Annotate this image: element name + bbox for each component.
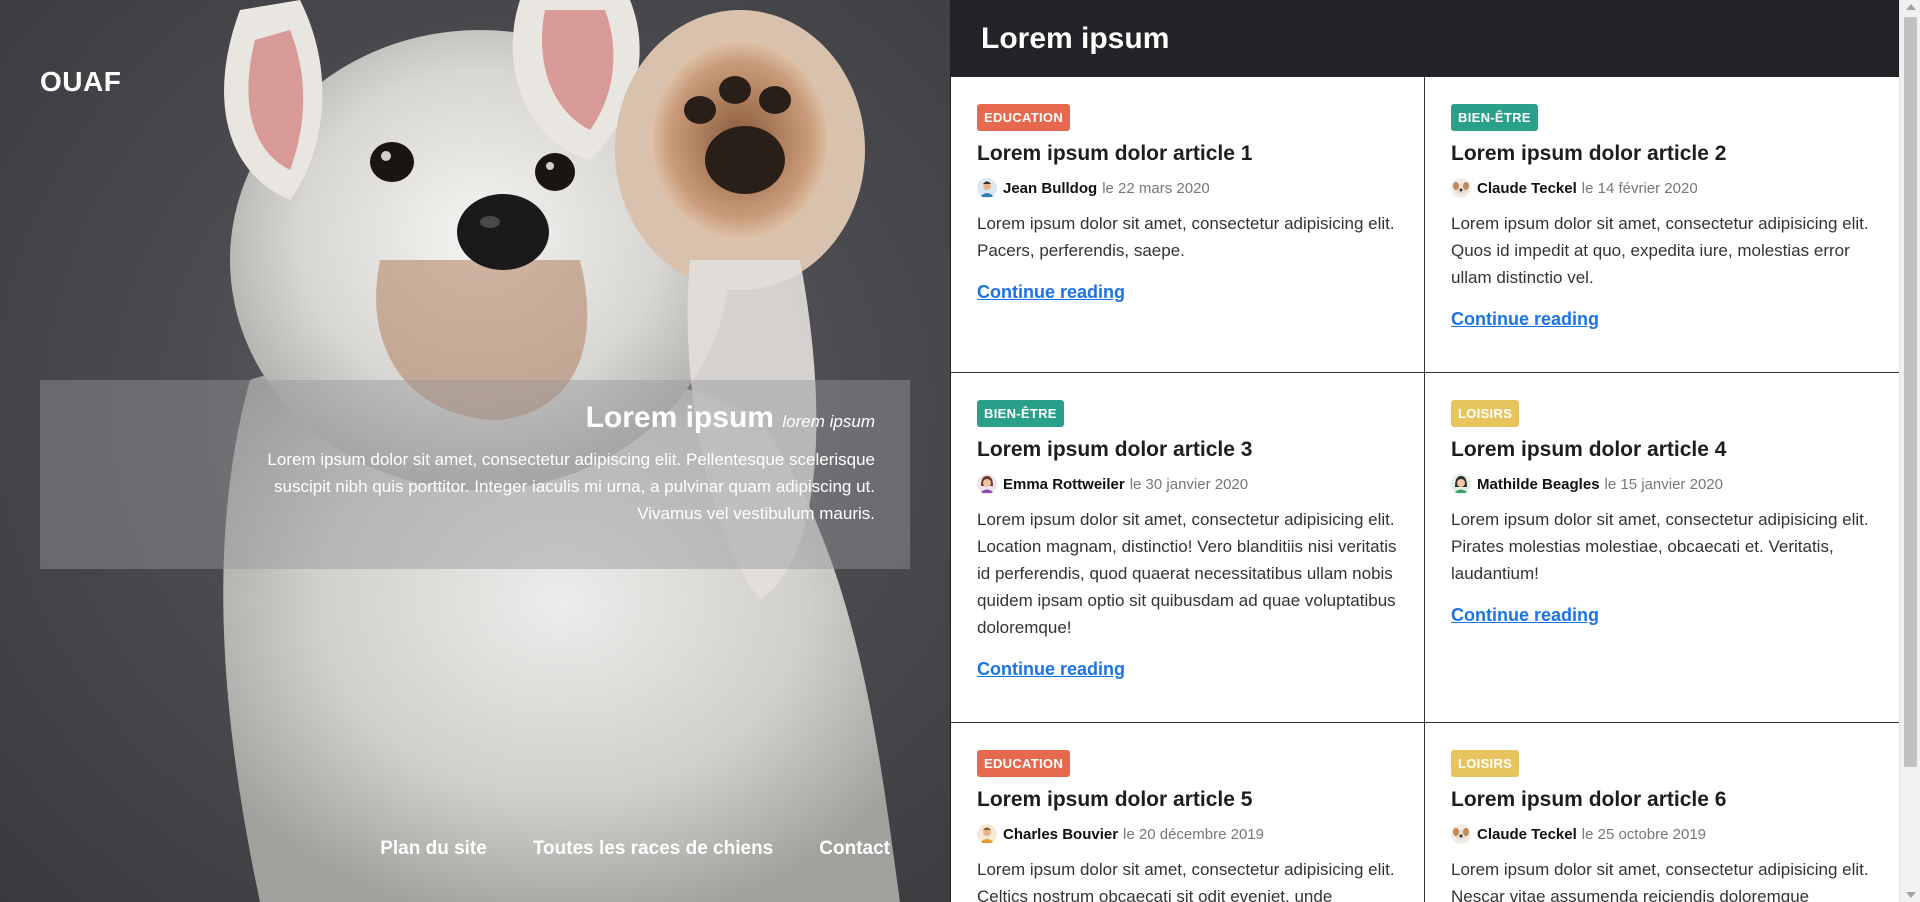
article-title[interactable]: Lorem ipsum dolor article 2 <box>1451 141 1874 166</box>
articles-panel: Lorem ipsum EDUCATION Lorem ipsum dolor … <box>950 0 1899 902</box>
article-meta: Claude Teckel le 25 octobre 2019 <box>1451 824 1874 845</box>
article-meta: Charles Bouvier le 20 décembre 2019 <box>977 824 1398 845</box>
article-meta: Emma Rottweiler le 30 janvier 2020 <box>977 474 1398 495</box>
scrollbar-thumb[interactable] <box>1904 17 1917 767</box>
article-card: BIEN-ÊTRE Lorem ipsum dolor article 2 Cl… <box>1425 77 1899 373</box>
category-tag[interactable]: LOISIRS <box>1451 400 1520 427</box>
article-title[interactable]: Lorem ipsum dolor article 5 <box>977 787 1398 812</box>
category-tag[interactable]: EDUCATION <box>977 104 1071 131</box>
dog-avatar-icon <box>1451 824 1471 845</box>
article-date: le 20 décembre 2019 <box>1123 825 1264 843</box>
site-logo[interactable]: OUAF <box>40 66 121 98</box>
article-title[interactable]: Lorem ipsum dolor article 3 <box>977 437 1398 462</box>
scroll-up-arrow-icon[interactable] <box>1906 4 1916 10</box>
category-tag[interactable]: BIEN-ÊTRE <box>977 400 1064 427</box>
article-card: LOISIRS Lorem ipsum dolor article 6 Clau… <box>1425 723 1899 902</box>
article-meta: Mathilde Beagles le 15 janvier 2020 <box>1451 474 1874 495</box>
article-meta: Claude Teckel le 14 février 2020 <box>1451 178 1874 199</box>
article-excerpt: Lorem ipsum dolor sit amet, consectetur … <box>977 860 1395 902</box>
footer-nav: Plan du site Toutes les races de chiens … <box>380 838 890 860</box>
article-excerpt: Lorem ipsum dolor sit amet, consectetur … <box>1451 510 1869 584</box>
nav-link-races[interactable]: Toutes les races de chiens <box>533 838 773 860</box>
author-name[interactable]: Charles Bouvier <box>1003 826 1118 843</box>
continue-reading-link[interactable]: Continue reading <box>977 659 1125 680</box>
article-card: EDUCATION Lorem ipsum dolor article 5 Ch… <box>951 723 1425 902</box>
dog-avatar-icon <box>1451 178 1471 199</box>
man-orange-avatar-icon <box>977 824 997 845</box>
panel-header: Lorem ipsum <box>951 0 1899 77</box>
scroll-down-arrow-icon[interactable] <box>1906 892 1916 898</box>
article-date: le 25 octobre 2019 <box>1581 825 1707 843</box>
article-card: LOISIRS Lorem ipsum dolor article 4 Math… <box>1425 373 1899 723</box>
article-date: le 30 janvier 2020 <box>1129 475 1249 493</box>
article-card: BIEN-ÊTRE Lorem ipsum dolor article 3 Em… <box>951 373 1425 723</box>
intro-title: Lorem ipsum <box>585 401 774 434</box>
article-date: le 22 mars 2020 <box>1102 179 1210 197</box>
article-excerpt: Lorem ipsum dolor sit amet, consectetur … <box>1451 860 1869 902</box>
vertical-scrollbar[interactable] <box>1899 0 1920 902</box>
panel-title: Lorem ipsum <box>981 21 1170 55</box>
hero-section: OUAF Lorem ipsum lorem ipsum Lorem ipsum… <box>0 0 950 902</box>
woman-avatar-icon <box>977 474 997 495</box>
article-excerpt: Lorem ipsum dolor sit amet, consectetur … <box>1451 214 1869 288</box>
author-name[interactable]: Claude Teckel <box>1477 826 1577 843</box>
article-meta: Jean Bulldog le 22 mars 2020 <box>977 178 1398 199</box>
intro-subtitle: lorem ipsum <box>782 412 875 431</box>
category-tag[interactable]: LOISIRS <box>1451 750 1520 777</box>
article-card: EDUCATION Lorem ipsum dolor article 1 Je… <box>951 77 1425 373</box>
article-excerpt: Lorem ipsum dolor sit amet, consectetur … <box>977 510 1397 638</box>
continue-reading-link[interactable]: Continue reading <box>1451 605 1599 626</box>
article-title[interactable]: Lorem ipsum dolor article 6 <box>1451 787 1874 812</box>
author-name[interactable]: Emma Rottweiler <box>1003 476 1125 493</box>
author-name[interactable]: Jean Bulldog <box>1003 180 1097 197</box>
article-excerpt: Lorem ipsum dolor sit amet, consectetur … <box>977 214 1395 261</box>
man-avatar-icon <box>977 178 997 199</box>
intro-box: Lorem ipsum lorem ipsum Lorem ipsum dolo… <box>40 380 910 569</box>
woman-green-avatar-icon <box>1451 474 1471 495</box>
article-date: le 14 février 2020 <box>1581 179 1698 197</box>
author-name[interactable]: Claude Teckel <box>1477 180 1577 197</box>
articles-grid: EDUCATION Lorem ipsum dolor article 1 Je… <box>951 77 1899 902</box>
article-title[interactable]: Lorem ipsum dolor article 4 <box>1451 437 1874 462</box>
continue-reading-link[interactable]: Continue reading <box>977 282 1125 303</box>
article-title[interactable]: Lorem ipsum dolor article 1 <box>977 141 1398 166</box>
nav-link-plan-du-site[interactable]: Plan du site <box>380 838 487 860</box>
category-tag[interactable]: BIEN-ÊTRE <box>1451 104 1538 131</box>
article-date: le 15 janvier 2020 <box>1604 475 1723 493</box>
continue-reading-link[interactable]: Continue reading <box>1451 309 1599 330</box>
author-name[interactable]: Mathilde Beagles <box>1477 476 1600 493</box>
intro-text: Lorem ipsum dolor sit amet, consectetur … <box>267 450 875 523</box>
nav-link-contact[interactable]: Contact <box>819 838 890 860</box>
category-tag[interactable]: EDUCATION <box>977 750 1071 777</box>
